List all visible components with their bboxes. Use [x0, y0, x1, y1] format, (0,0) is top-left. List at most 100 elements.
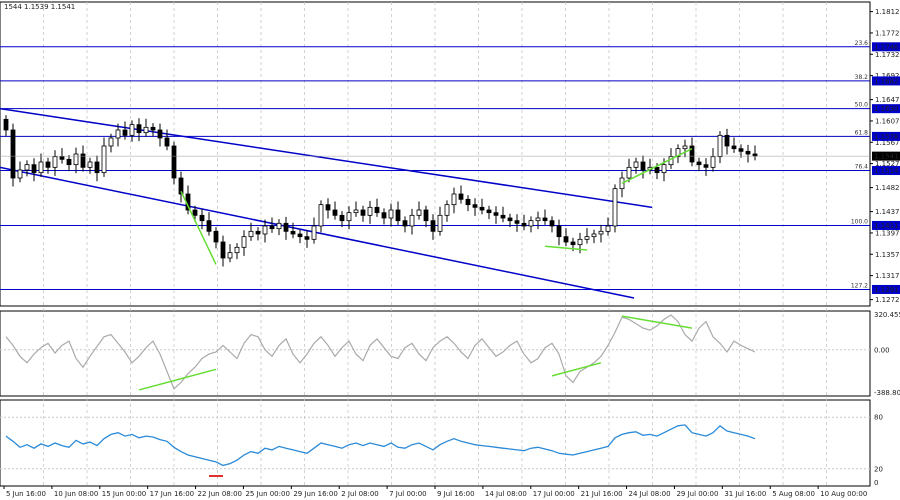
trading-chart-window[interactable]: 1.1812 1.1772 1.1732 1.1692 1.1647 1.1607 1.15…	[0, 0, 900, 500]
fib-price-label: 1.1630	[874, 105, 899, 113]
price-axis-label: 1.1812	[875, 8, 900, 16]
candle-body	[549, 220, 555, 227]
candle-body	[570, 241, 576, 246]
candle-body	[451, 193, 457, 206]
price-axis-label: 1.1272	[875, 296, 900, 304]
candle-body	[10, 129, 16, 179]
fib-ratio-label: 61.8	[855, 129, 869, 136]
rsi-zero-label: 0	[874, 479, 878, 487]
candle-body	[514, 220, 520, 224]
fib-ratio-label: 127.2	[851, 282, 868, 289]
candle-body	[458, 193, 464, 200]
fib-ratio-label: 76.4	[855, 164, 869, 171]
time-axis-label: 9 Jul 16:00	[437, 490, 475, 498]
candle-body	[150, 126, 156, 131]
channel-lower-line[interactable]	[0, 166, 635, 299]
candle-body	[626, 166, 632, 179]
candle-body	[325, 204, 331, 211]
candle-body	[115, 129, 121, 139]
candle-body	[423, 209, 429, 222]
candle-body	[360, 209, 366, 216]
candle-body	[563, 236, 569, 243]
candle-body	[717, 134, 723, 158]
candle-body	[612, 188, 618, 227]
candle-body	[94, 161, 100, 174]
fib-price-label: 1.1514	[874, 167, 899, 175]
time-axis-label: 29 Jul 00:00	[676, 490, 718, 498]
candle-body	[255, 230, 261, 235]
price-axis-label: 1.1397	[875, 229, 900, 237]
candle-body	[87, 161, 93, 168]
candle-body	[220, 241, 226, 259]
candle-body	[395, 209, 401, 222]
channel-upper-line[interactable]	[0, 107, 653, 209]
candle-body	[745, 150, 751, 155]
price-axis-label: 1.1607	[875, 117, 900, 125]
price-axis-label: 1.1732	[875, 51, 900, 59]
rsi-line	[5, 424, 756, 467]
candle-body	[738, 148, 744, 152]
candle-body	[605, 225, 611, 232]
candle-body	[276, 222, 282, 230]
candle-body	[535, 217, 541, 222]
candle-body	[409, 214, 415, 227]
chart-canvas[interactable]: 1.18121.17721.17321.16921.16471.16071.15…	[0, 0, 900, 500]
candle-body	[500, 214, 506, 219]
cci-min-label: -388.803	[874, 389, 900, 397]
candle-body	[164, 137, 170, 147]
candle-body	[171, 145, 177, 179]
candle-body	[297, 233, 303, 238]
candle-body	[101, 145, 107, 174]
candle-body	[598, 230, 604, 235]
candle-body	[388, 209, 394, 219]
candle-body	[38, 161, 44, 174]
candle-body	[213, 230, 219, 243]
time-axis-label: 10 Jun 08:00	[54, 490, 98, 498]
candle-body	[374, 206, 380, 214]
price-axis-label: 1.1647	[875, 96, 900, 104]
candle-body	[465, 198, 471, 206]
candle-body	[304, 236, 310, 240]
time-axis-label: 22 Jun 08:00	[198, 490, 242, 498]
candle-body	[227, 252, 233, 259]
candle-body	[542, 217, 548, 222]
fib-price-label: 1.1578	[874, 133, 899, 141]
candle-body	[381, 212, 387, 219]
candle-body	[45, 161, 51, 168]
candle-body	[633, 161, 639, 168]
time-axis-label: 10 Aug 00:00	[820, 490, 867, 498]
candle-body	[269, 225, 275, 230]
candle-body	[472, 204, 478, 208]
candle-body	[479, 206, 485, 211]
price-axis-label: 1.1482	[875, 184, 900, 192]
fib-ratio-label: 38.2	[855, 74, 869, 81]
fib-price-label: 1.1291	[874, 286, 899, 294]
price-axis-label: 1.1772	[875, 29, 900, 37]
candle-body	[122, 129, 128, 136]
divergence-line-price[interactable]	[544, 245, 588, 251]
candle-body	[731, 145, 737, 150]
candle-body	[521, 222, 527, 227]
candle-body	[199, 214, 205, 222]
divergence-line-cci[interactable]	[551, 362, 602, 377]
cci-line	[5, 314, 756, 390]
divergence-line-cci[interactable]	[138, 368, 217, 391]
time-axis-label: 25 Jun 00:00	[245, 490, 289, 498]
candle-body	[24, 164, 30, 171]
time-axis-label: 2 Jul 08:00	[341, 490, 379, 498]
candle-body	[416, 209, 422, 216]
candle-body	[262, 225, 268, 235]
candle-body	[332, 209, 338, 216]
candle-body	[59, 156, 65, 160]
candle-body	[353, 209, 359, 214]
fib-price-label: 1.1746	[874, 43, 899, 51]
cci-max-label: 320.4558	[874, 311, 900, 319]
candle-body	[52, 156, 58, 168]
candle-body	[73, 153, 79, 166]
candle-body	[367, 206, 373, 216]
candle-body	[682, 145, 688, 150]
candle-body	[311, 225, 317, 240]
candle-body	[206, 220, 212, 232]
fib-ratio-label: 100.0	[851, 218, 868, 225]
candle-body	[507, 217, 513, 222]
